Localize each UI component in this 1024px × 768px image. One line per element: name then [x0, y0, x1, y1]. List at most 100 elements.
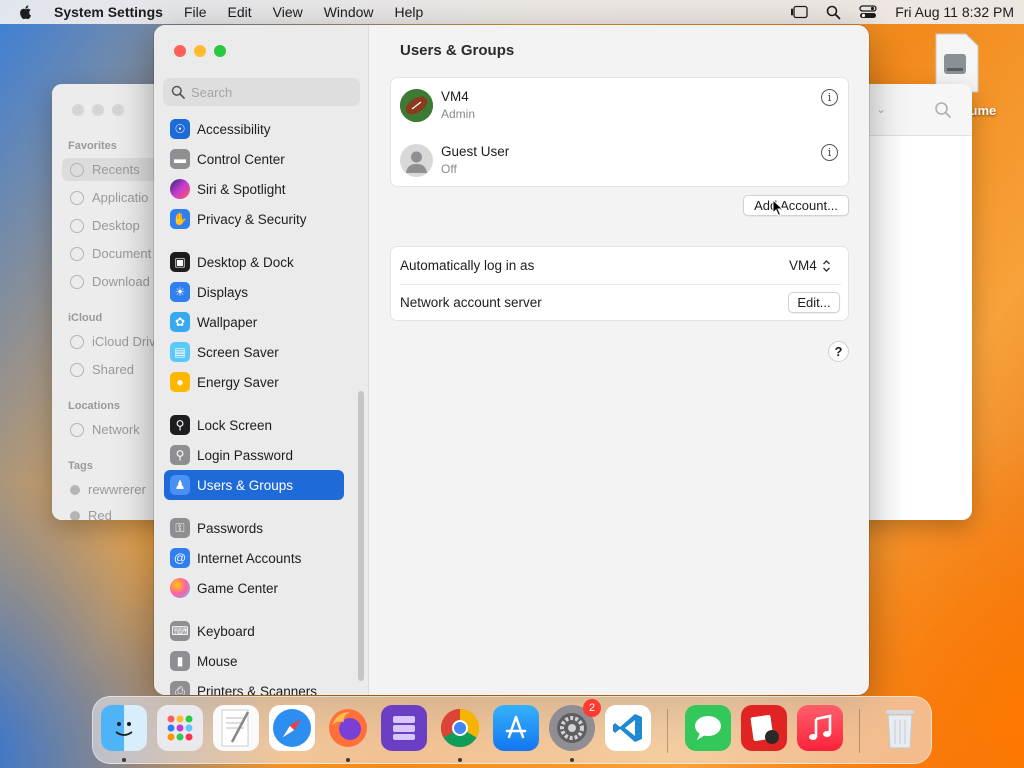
- close-button[interactable]: [174, 45, 186, 57]
- sidebar-item-label: Passwords: [197, 520, 264, 536]
- sidebar-item-users-groups[interactable]: ♟ Users & Groups: [164, 470, 344, 500]
- sidebar-item-lock-screen[interactable]: ⚲ Lock Screen: [164, 410, 344, 440]
- running-indicator: [458, 758, 462, 762]
- sidebar-item-mouse[interactable]: ▮ Mouse: [164, 646, 344, 676]
- sidebar-item-wallpaper[interactable]: ✿ Wallpaper: [164, 307, 344, 337]
- sidebar-item-label: Energy Saver: [197, 374, 279, 390]
- applications-icon: [70, 190, 84, 205]
- user-row-vm4[interactable]: VM4 Admin i: [391, 78, 850, 133]
- maximize-button[interactable]: [214, 45, 226, 57]
- sidebar-item-internet-accounts[interactable]: @ Internet Accounts: [164, 543, 344, 573]
- dock-finder[interactable]: [101, 705, 147, 751]
- finder-item-downloads[interactable]: Download: [70, 274, 150, 289]
- edit-button[interactable]: Edit...: [788, 292, 840, 313]
- firefox-icon: [329, 709, 367, 747]
- finder-tag-red[interactable]: Red: [70, 508, 112, 520]
- menu-window[interactable]: Window: [324, 4, 374, 20]
- spotlight-search-icon[interactable]: [826, 5, 841, 20]
- dock-textedit[interactable]: [213, 705, 259, 751]
- sidebar-item-passwords[interactable]: ⚿ Passwords: [164, 513, 344, 543]
- network-server-row: Network account server Edit...: [391, 284, 850, 321]
- sidebar-item-login-password[interactable]: ⚲ Login Password: [164, 440, 344, 470]
- menu-file[interactable]: File: [184, 4, 207, 20]
- chevron-down-icon[interactable]: ⌄: [876, 102, 886, 116]
- search-icon[interactable]: [934, 101, 952, 119]
- sun-icon: ☀: [170, 282, 190, 302]
- finder-item-shared[interactable]: Shared: [70, 362, 134, 377]
- dock-safari[interactable]: [269, 705, 315, 751]
- minimize-button[interactable]: [194, 45, 206, 57]
- finder-toolbar: ⌄: [868, 84, 972, 136]
- dock-photo-booth[interactable]: [741, 705, 787, 751]
- sidebar-item-desktop-dock[interactable]: ▣ Desktop & Dock: [164, 247, 344, 277]
- finder-item-icloud-drive[interactable]: iCloud Driv: [70, 334, 156, 349]
- user-role: Admin: [441, 107, 476, 121]
- dock-system-settings[interactable]: 2: [549, 699, 601, 751]
- dock-separator: [859, 709, 860, 753]
- game-center-icon: [170, 578, 190, 598]
- sidebar-search[interactable]: [163, 78, 360, 106]
- finder-item-documents[interactable]: Document: [70, 246, 151, 261]
- user-name: VM4: [441, 89, 469, 104]
- control-center-icon[interactable]: [859, 5, 877, 19]
- sidebar-item-game-center[interactable]: Game Center: [164, 573, 344, 603]
- desktop-icon: [70, 218, 84, 233]
- menu-clock[interactable]: Fri Aug 11 8:32 PM: [895, 4, 1014, 20]
- info-icon[interactable]: i: [821, 144, 838, 161]
- sidebar-item-screen-saver[interactable]: ▤ Screen Saver: [164, 337, 344, 367]
- dock-launchpad[interactable]: [157, 705, 203, 751]
- sidebar-item-printers-scanners[interactable]: ⎙ Printers & Scanners: [164, 676, 344, 695]
- menu-app-name[interactable]: System Settings: [54, 4, 163, 20]
- finder-icloud-header: iCloud: [68, 312, 103, 324]
- chat-bubble-icon: [695, 716, 721, 740]
- user-row-guest[interactable]: Guest User Off i: [391, 133, 850, 188]
- dock-app-store[interactable]: [493, 705, 539, 751]
- network-server-label: Network account server: [400, 295, 542, 310]
- finder-tag-rewwrerer[interactable]: rewwrerer: [70, 482, 146, 497]
- sidebar-item-label: Lock Screen: [197, 417, 273, 433]
- info-icon[interactable]: i: [821, 89, 838, 106]
- dock-mountain-duck[interactable]: [381, 705, 427, 751]
- finder-item-applications[interactable]: Applicatio: [70, 190, 148, 205]
- sidebar-item-label: Wallpaper: [197, 314, 258, 330]
- finder-item-desktop[interactable]: Desktop: [70, 218, 140, 233]
- sidebar-item-siri-spotlight[interactable]: Siri & Spotlight: [164, 174, 344, 204]
- finder-tags-header: Tags: [68, 460, 93, 472]
- help-button[interactable]: ?: [828, 341, 849, 362]
- finder-traffic-lights: [72, 104, 124, 116]
- finder-icon: [115, 722, 133, 736]
- running-indicator: [570, 758, 574, 762]
- add-account-button[interactable]: Add Account...: [743, 195, 849, 216]
- dock-vscode[interactable]: [605, 705, 651, 751]
- menu-edit[interactable]: Edit: [228, 4, 252, 20]
- auto-login-select[interactable]: VM4: [789, 258, 831, 273]
- dock-messages[interactable]: [685, 705, 731, 751]
- stage-manager-icon[interactable]: [790, 5, 808, 19]
- finder-item-recents[interactable]: Recents: [62, 158, 162, 181]
- sidebar-item-label: Siri & Spotlight: [197, 181, 286, 197]
- apple-menu-icon[interactable]: [18, 4, 34, 20]
- music-note-icon: [809, 714, 832, 740]
- menu-help[interactable]: Help: [395, 4, 424, 20]
- sidebar-item-energy-saver[interactable]: ● Energy Saver: [164, 367, 344, 397]
- dock-chrome[interactable]: [437, 705, 483, 751]
- sidebar-item-label: Desktop & Dock: [197, 254, 294, 270]
- dock-music[interactable]: [797, 705, 843, 751]
- finder-locations-header: Locations: [68, 400, 120, 412]
- search-input[interactable]: [191, 84, 351, 100]
- keyboard-icon: ⌨: [170, 621, 190, 641]
- dock-firefox[interactable]: [325, 705, 371, 751]
- clock-icon: [70, 162, 84, 177]
- sidebar-item-control-center[interactable]: ▬ Control Center: [164, 144, 344, 174]
- sidebar-item-displays[interactable]: ☀ Displays: [164, 277, 344, 307]
- tag-dot-icon: [70, 484, 80, 495]
- running-indicator: [122, 758, 126, 762]
- sidebar-item-label: Control Center: [197, 151, 285, 167]
- sidebar-scrollbar[interactable]: [358, 391, 364, 681]
- sidebar-item-privacy-security[interactable]: ✋ Privacy & Security: [164, 204, 344, 234]
- dock-trash[interactable]: [877, 705, 923, 751]
- menu-view[interactable]: View: [273, 4, 303, 20]
- finder-item-network[interactable]: Network: [70, 422, 140, 437]
- sidebar-item-keyboard[interactable]: ⌨ Keyboard: [164, 616, 344, 646]
- sidebar-item-accessibility[interactable]: ☉ Accessibility: [164, 114, 344, 144]
